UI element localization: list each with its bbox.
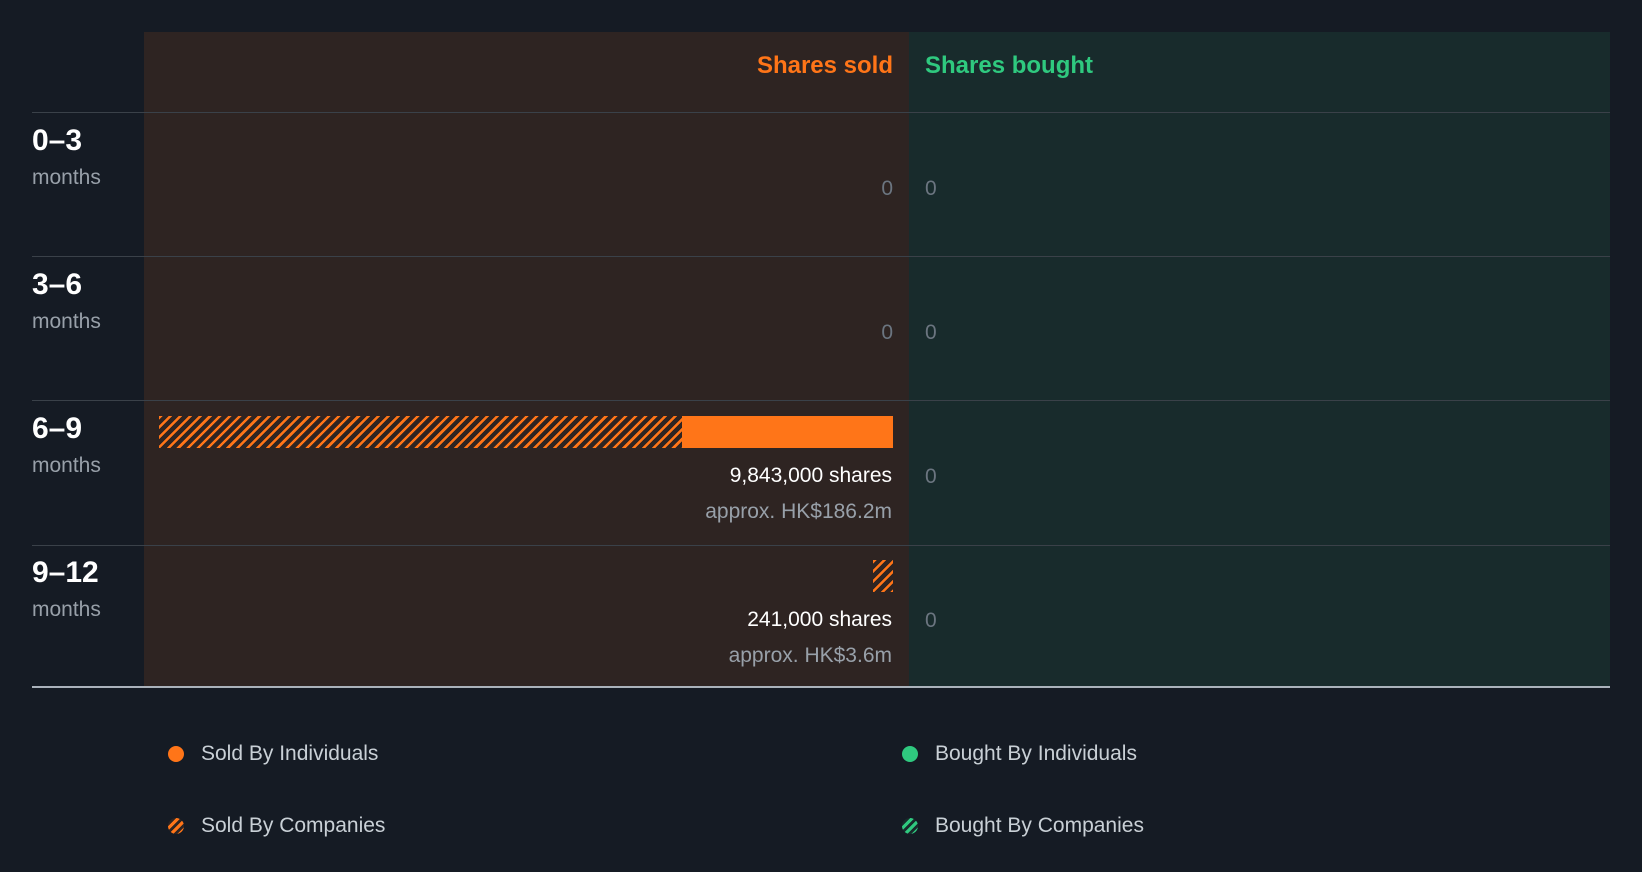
bar-sold-companies-6-9 (159, 416, 682, 448)
shares-sold-header: Shares sold (756, 52, 893, 79)
legend-sold-individuals: Sold By Individuals (168, 742, 378, 766)
shares-bought-header: Shares bought (925, 52, 1094, 79)
row-separator (32, 545, 1610, 546)
legend-label: Sold By Companies (201, 814, 386, 837)
row-label-9-12: 9–12 months (32, 556, 101, 622)
row-range: 3–6 (32, 268, 83, 301)
sold-panel (144, 32, 909, 687)
legend-sold-companies: Sold By Companies (168, 814, 385, 838)
legend-label: Bought By Individuals (935, 742, 1137, 765)
row-unit: months (32, 166, 101, 189)
row-range: 6–9 (32, 412, 83, 445)
bought-value-3-6: 0 (925, 321, 937, 344)
bought-value-6-9: 0 (925, 465, 937, 488)
legend-bought-companies: Bought By Companies (902, 814, 1144, 838)
row-range: 0–3 (32, 124, 83, 157)
chart-baseline (32, 686, 1610, 688)
approx-value-9-12: approx. HK$3.6m (728, 644, 892, 667)
shares-label-6-9: 9,843,000 shares (729, 464, 892, 487)
approx-value-6-9: approx. HK$186.2m (705, 500, 892, 523)
sold-value-3-6: 0 (881, 321, 893, 344)
row-label-6-9: 6–9 months (32, 412, 101, 478)
bought-individuals-swatch-icon (902, 746, 918, 762)
row-unit: months (32, 310, 101, 333)
bought-value-0-3: 0 (925, 177, 937, 200)
row-unit: months (32, 454, 101, 477)
shares-label-9-12: 241,000 shares (747, 608, 892, 631)
row-separator (32, 256, 1610, 257)
bought-companies-swatch-icon (902, 818, 918, 834)
sold-companies-swatch-icon (168, 818, 184, 834)
row-separator (32, 112, 1610, 113)
legend-label: Sold By Individuals (201, 742, 379, 765)
sold-individuals-swatch-icon (168, 746, 184, 762)
row-label-3-6: 3–6 months (32, 268, 101, 334)
bought-panel (909, 32, 1610, 687)
bar-sold-individuals-6-9 (681, 416, 893, 448)
bar-sold-companies-9-12 (873, 560, 893, 592)
legend-label: Bought By Companies (935, 814, 1144, 837)
row-separator (32, 400, 1610, 401)
row-unit: months (32, 598, 101, 621)
sold-value-0-3: 0 (881, 177, 893, 200)
row-range: 9–12 (32, 556, 99, 589)
row-label-0-3: 0–3 months (32, 124, 101, 190)
legend-bought-individuals: Bought By Individuals (902, 742, 1137, 766)
bought-value-9-12: 0 (925, 609, 937, 632)
